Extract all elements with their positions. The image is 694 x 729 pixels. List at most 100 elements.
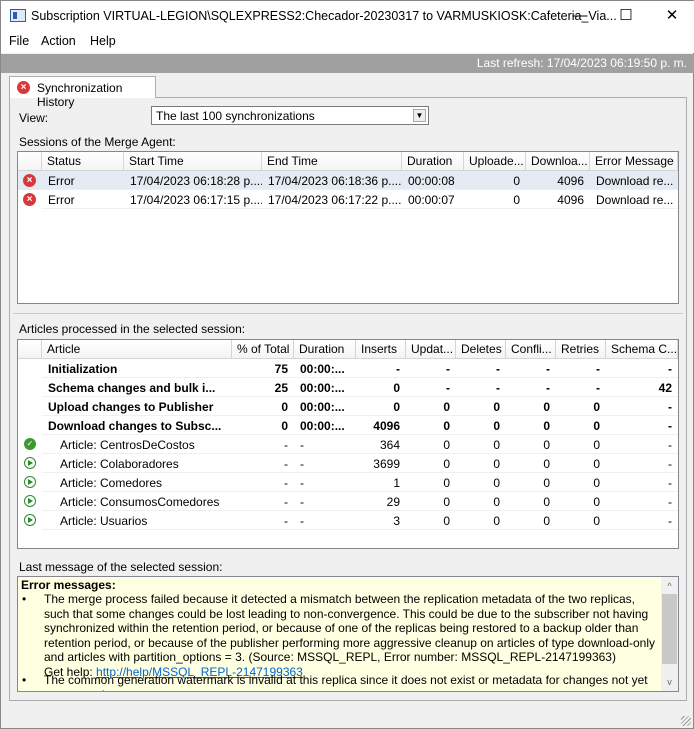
- table-row[interactable]: Schema changes and bulk i... 25 00:00:... 0…: [18, 378, 678, 397]
- table-cell: 4096: [526, 171, 590, 190]
- column-header[interactable]: Downloa...: [526, 152, 590, 171]
- play-icon: [24, 457, 36, 469]
- column-header[interactable]: End Time: [262, 152, 402, 171]
- table-cell: 0: [406, 492, 456, 511]
- column-header[interactable]: Duration: [294, 340, 356, 359]
- table-cell: -: [232, 492, 294, 511]
- menu-help[interactable]: Help: [90, 34, 116, 48]
- column-header[interactable]: Duration: [402, 152, 464, 171]
- table-cell: -: [294, 492, 356, 511]
- table-cell: Download changes to Subsc...: [42, 416, 232, 435]
- table-cell: 00:00:07: [402, 190, 464, 209]
- table-cell: -: [606, 492, 678, 511]
- table-cell: 4096: [356, 416, 406, 435]
- error-message-1: The merge process failed because it dete…: [44, 592, 662, 679]
- scrollbar[interactable]: ^ v: [661, 577, 678, 691]
- table-cell: 0: [506, 473, 556, 492]
- header-row: Status Start Time End Time Duration Uploade.…: [18, 152, 678, 171]
- table-row[interactable]: × Error 17/04/2023 06:17:15 p.... 17/04/202…: [18, 190, 678, 209]
- table-cell: 00:00:08: [402, 171, 464, 190]
- table-cell: 0: [506, 397, 556, 416]
- table-cell: 0: [232, 416, 294, 435]
- header-row: Article% of Total Duration Inserts Updat...…: [18, 340, 678, 359]
- chevron-down-icon[interactable]: ▼: [413, 109, 426, 122]
- table-cell: 0: [556, 416, 606, 435]
- table-cell: 00:00:...: [294, 378, 356, 397]
- splitter[interactable]: [13, 313, 683, 314]
- table-cell: 0: [232, 397, 294, 416]
- column-header[interactable]: Status: [42, 152, 124, 171]
- sessions-label: Sessions of the Merge Agent:: [19, 135, 176, 149]
- table-cell: 0: [556, 454, 606, 473]
- play-icon: [24, 514, 36, 526]
- table-cell: 1: [356, 473, 406, 492]
- table-row[interactable]: Initialization 75 00:00:... - - - - - -: [18, 359, 678, 378]
- table-cell: 364: [356, 435, 406, 454]
- resize-grip[interactable]: [681, 716, 691, 726]
- table-cell: 0: [556, 511, 606, 530]
- column-header[interactable]: Deletes: [456, 340, 506, 359]
- table-cell: Article: ConsumosComedores: [42, 492, 232, 511]
- table-cell: 0: [556, 492, 606, 511]
- scroll-down-icon[interactable]: v: [661, 675, 678, 690]
- minimize-button[interactable]: —: [557, 5, 603, 27]
- table-cell: -: [232, 454, 294, 473]
- table-cell: 0: [456, 473, 506, 492]
- table-row[interactable]: Download changes to Subsc... 0 00:00:... 40…: [18, 416, 678, 435]
- table-row[interactable]: Article: Colaboradores - -3699 0 0 0 0-: [18, 454, 678, 473]
- column-header[interactable]: Article: [42, 340, 232, 359]
- table-cell: -: [606, 359, 678, 378]
- column-header[interactable]: Uploade...: [464, 152, 526, 171]
- menu-action[interactable]: Action: [41, 34, 76, 48]
- scroll-thumb[interactable]: [662, 594, 677, 664]
- table-cell: 0: [506, 435, 556, 454]
- table-row[interactable]: Article: ConsumosComedores - -29 0 0 0 0-: [18, 492, 678, 511]
- table-row[interactable]: × Error 17/04/2023 06:18:28 p.... 17/04/202…: [18, 171, 678, 190]
- column-header[interactable]: Schema C...: [606, 340, 678, 359]
- table-cell: 0: [506, 454, 556, 473]
- table-cell: 00:00:...: [294, 416, 356, 435]
- menu-file[interactable]: File: [9, 34, 29, 48]
- table-cell: Article: Usuarios: [42, 511, 232, 530]
- table-cell: Error: [42, 190, 124, 209]
- window-title: Subscription VIRTUAL-LEGION\SQLEXPRESS2:…: [31, 9, 617, 23]
- articles-table: Article% of Total Duration Inserts Updat...…: [17, 339, 679, 549]
- column-header[interactable]: Updat...: [406, 340, 456, 359]
- table-cell: -: [456, 359, 506, 378]
- table-cell: -: [506, 378, 556, 397]
- table-row[interactable]: Upload changes to Publisher 0 00:00:... 0 0 0…: [18, 397, 678, 416]
- column-header[interactable]: % of Total: [232, 340, 294, 359]
- tab-synchronization-history[interactable]: × Synchronization History: [9, 76, 156, 109]
- table-cell: 17/04/2023 06:17:22 p....: [262, 190, 402, 209]
- error-message-2: The common generation watermark is inval…: [44, 673, 648, 691]
- table-row[interactable]: Article: Usuarios - -3 0 0 0 0-: [18, 511, 678, 530]
- column-header[interactable]: [18, 340, 42, 359]
- table-cell: Initialization: [42, 359, 232, 378]
- scroll-up-icon[interactable]: ^: [661, 579, 678, 594]
- table-cell: Article: CentrosDeCostos: [42, 435, 232, 454]
- table-cell: 17/04/2023 06:18:36 p....: [262, 171, 402, 190]
- column-header[interactable]: Error Message: [590, 152, 678, 171]
- table-row[interactable]: ✓ Article: CentrosDeCostos - -364 0 0 0 0-: [18, 435, 678, 454]
- column-header[interactable]: Start Time: [124, 152, 262, 171]
- column-header[interactable]: Inserts: [356, 340, 406, 359]
- table-cell: -: [556, 359, 606, 378]
- table-cell: 0: [506, 416, 556, 435]
- table-cell: Upload changes to Publisher: [42, 397, 232, 416]
- tab-label: Synchronization History: [37, 81, 123, 109]
- table-cell: 0: [456, 511, 506, 530]
- column-header[interactable]: Confli...: [506, 340, 556, 359]
- view-dropdown[interactable]: The last 100 synchronizations ▼: [151, 106, 429, 125]
- column-header[interactable]: Retries: [556, 340, 606, 359]
- table-row[interactable]: Article: Comedores - -1 0 0 0 0-: [18, 473, 678, 492]
- table-cell: -: [232, 473, 294, 492]
- table-cell: -: [606, 473, 678, 492]
- error-icon: ×: [23, 174, 36, 187]
- maximize-button[interactable]: ☐: [603, 5, 649, 27]
- sessions-table: Status Start Time End Time Duration Uploade.…: [17, 151, 679, 304]
- column-header[interactable]: [18, 152, 42, 171]
- table-cell: 17/04/2023 06:18:28 p....: [124, 171, 262, 190]
- table-cell: -: [232, 435, 294, 454]
- table-cell: Download re...: [590, 171, 678, 190]
- close-button[interactable]: ✕: [649, 5, 694, 27]
